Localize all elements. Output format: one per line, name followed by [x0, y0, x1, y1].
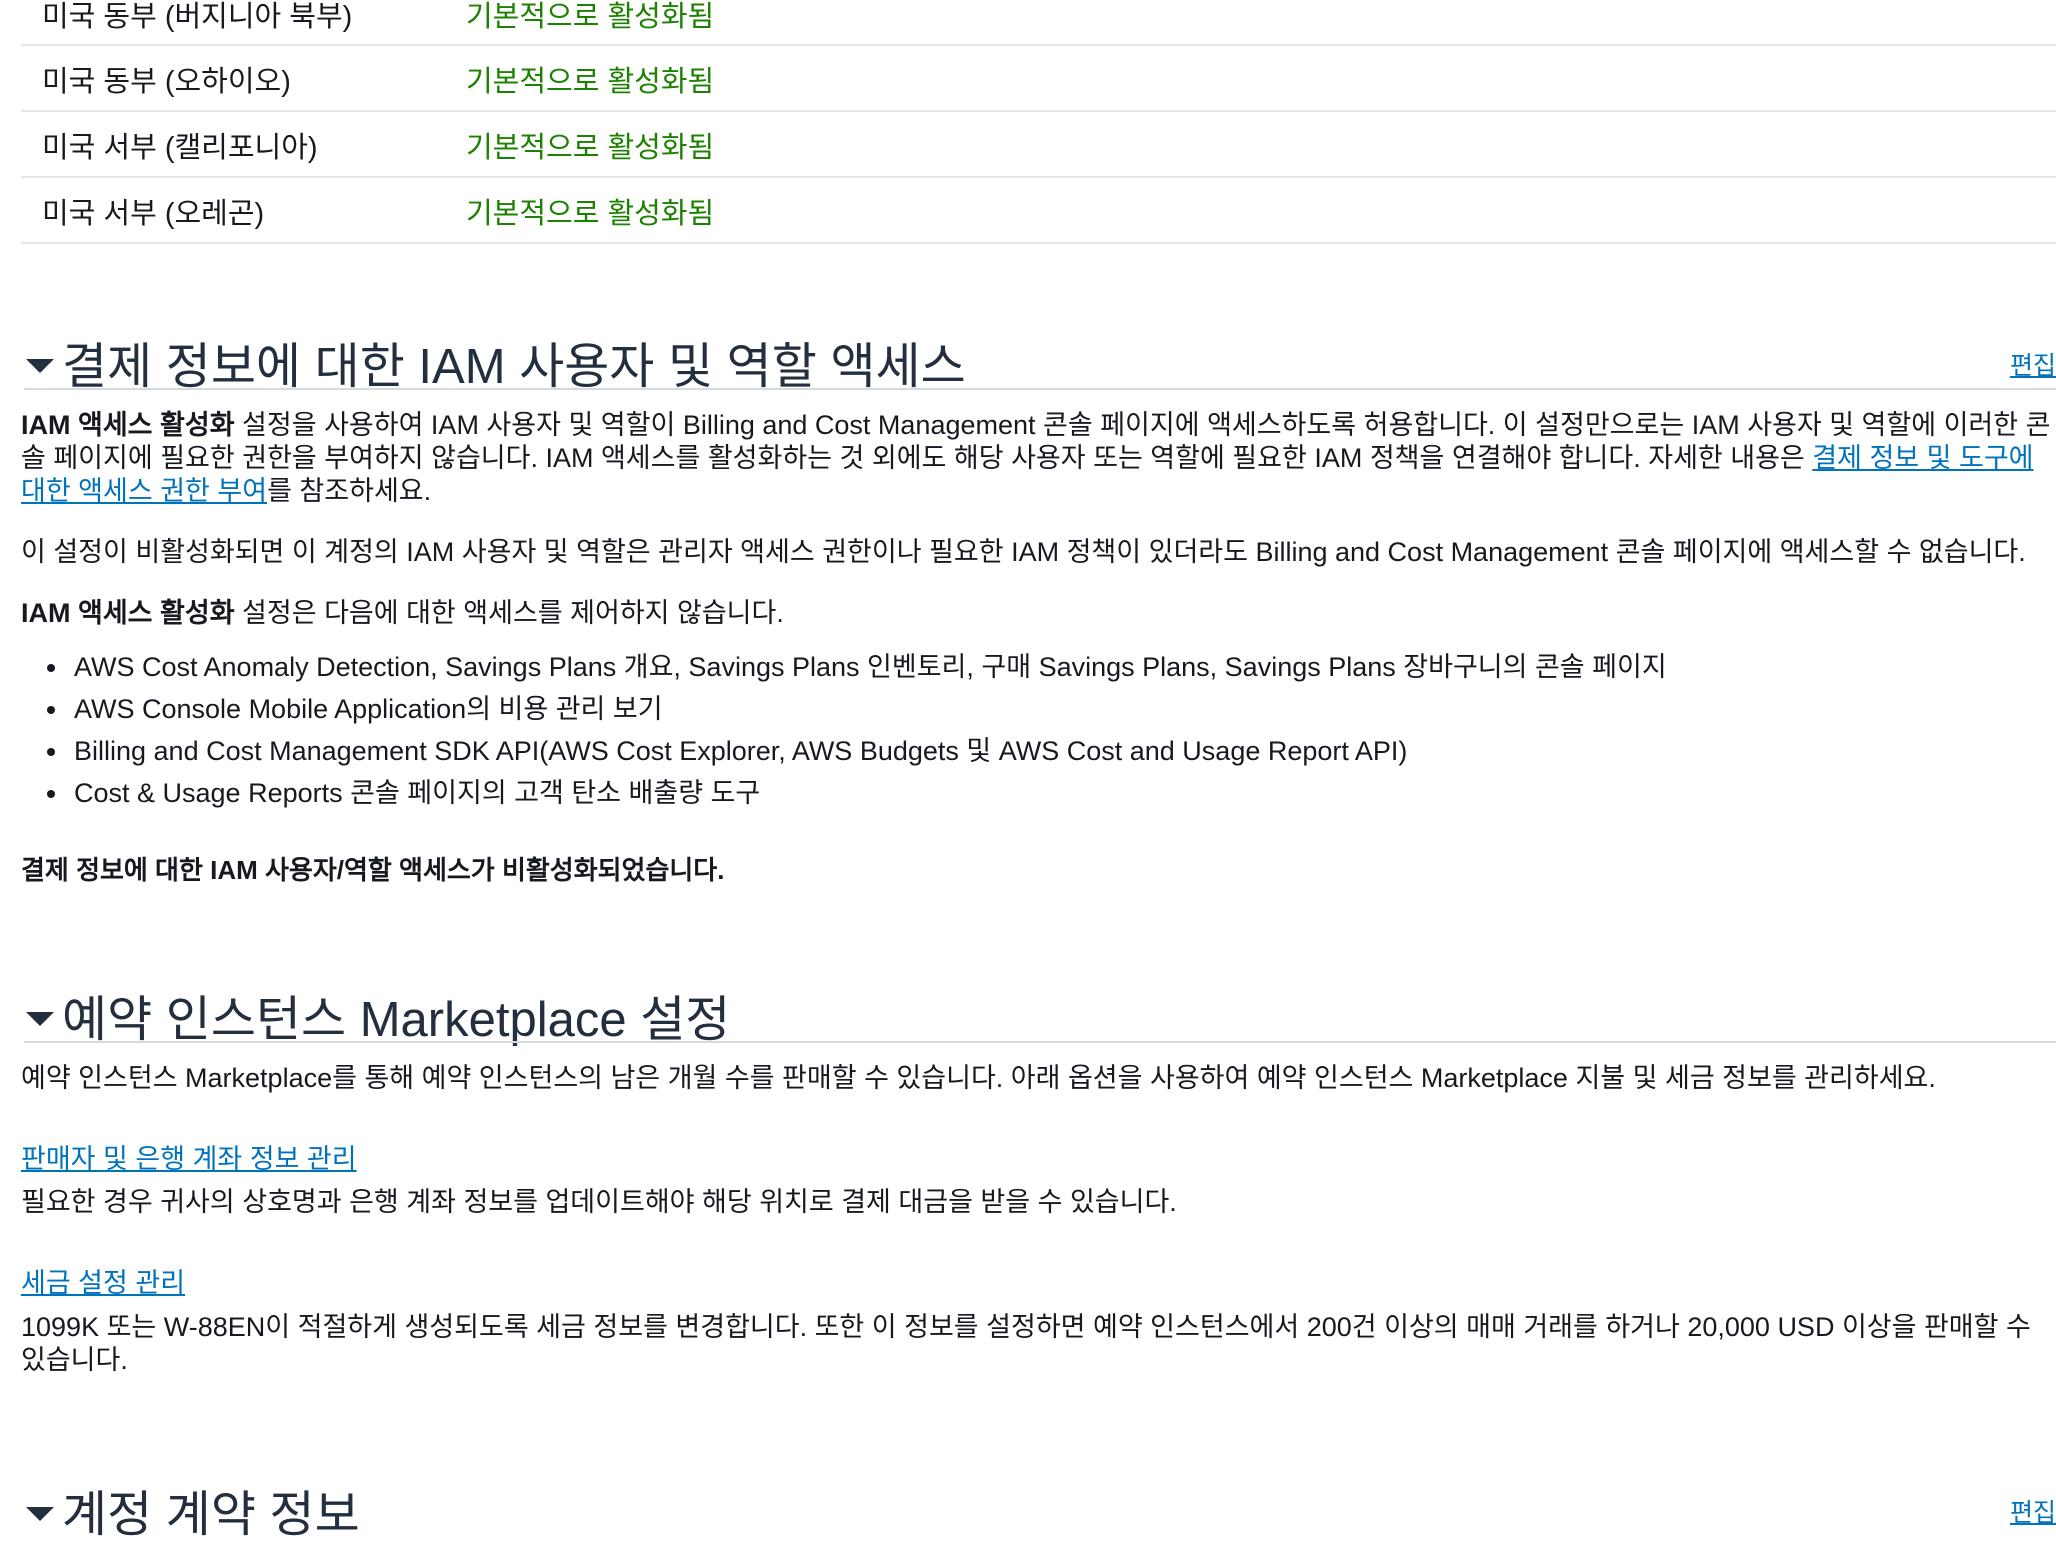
account-edit-link[interactable]: 편집 — [2010, 1493, 2056, 1529]
account-section-title: 계정 계약 정보 — [62, 1488, 360, 1542]
row-divider — [21, 176, 2056, 178]
iam-not-controlled-text: 설정은 다음에 대한 액세스를 제어하지 않습니다. — [234, 598, 784, 628]
region-status: 기본적으로 활성화됨 — [466, 66, 715, 98]
region-name: 미국 동부 (오하이오) — [42, 66, 291, 98]
tax-settings-description: 1099K 또는 W-88EN이 적절하게 생성되도록 세금 정보를 변경합니다… — [21, 1312, 2031, 1375]
list-item: Billing and Cost Management SDK API(AWS … — [70, 730, 1667, 772]
list-item: AWS Console Mobile Application의 비용 관리 보기 — [70, 688, 1667, 730]
seller-bank-link[interactable]: 판매자 및 은행 계좌 정보 관리 — [21, 1137, 357, 1176]
caret-down-icon[interactable] — [26, 1506, 54, 1521]
row-divider — [21, 242, 2056, 244]
tax-settings-link[interactable]: 세금 설정 관리 — [21, 1261, 185, 1300]
iam-status-line: 결제 정보에 대한 IAM 사용자/역할 액세스가 비활성화되었습니다. — [21, 855, 725, 885]
section-divider — [24, 388, 2056, 390]
region-name: 미국 동부 (버지니아 북부) — [42, 1, 353, 33]
iam-disabled-note: 이 설정이 비활성화되면 이 계정의 IAM 사용자 및 역할은 관리자 액세스… — [21, 537, 2026, 567]
seller-bank-description: 필요한 경우 귀사의 상호명과 은행 계좌 정보를 업데이트해야 해당 위치로 … — [21, 1187, 1177, 1217]
region-status: 기본적으로 활성화됨 — [466, 132, 715, 164]
region-name: 미국 서부 (오레곤) — [42, 198, 265, 230]
region-name: 미국 서부 (캘리포니아) — [42, 132, 318, 164]
row-divider — [21, 110, 2056, 112]
section-divider — [24, 1041, 2056, 1043]
iam-description-text: 설정을 사용하여 IAM 사용자 및 역할이 Billing and Cost … — [21, 410, 2051, 473]
iam-description: IAM 액세스 활성화 설정을 사용하여 IAM 사용자 및 역할이 Billi… — [21, 409, 2056, 508]
not-controlled-list: AWS Cost Anomaly Detection, Savings Plan… — [40, 646, 1667, 814]
region-status: 기본적으로 활성화됨 — [466, 198, 715, 230]
iam-access-term: IAM 액세스 활성화 — [21, 410, 235, 440]
iam-description-tail: 를 참조하세요. — [267, 476, 432, 506]
iam-access-term: IAM 액세스 활성화 — [21, 598, 235, 628]
row-divider — [21, 44, 2056, 46]
account-section-header[interactable]: 계정 계약 정보 — [26, 1475, 360, 1546]
ri-intro: 예약 인스턴스 Marketplace를 통해 예약 인스턴스의 남은 개월 수… — [21, 1063, 1936, 1093]
region-status: 기본적으로 활성화됨 — [466, 1, 715, 33]
list-item: Cost & Usage Reports 콘솔 페이지의 고객 탄소 배출량 도… — [70, 772, 1667, 814]
list-item: AWS Cost Anomaly Detection, Savings Plan… — [70, 646, 1667, 688]
iam-edit-link[interactable]: 편집 — [2010, 346, 2056, 382]
caret-down-icon[interactable] — [26, 1011, 54, 1026]
caret-down-icon[interactable] — [26, 358, 54, 373]
iam-not-controlled-intro: IAM 액세스 활성화 설정은 다음에 대한 액세스를 제어하지 않습니다. — [21, 597, 2056, 630]
